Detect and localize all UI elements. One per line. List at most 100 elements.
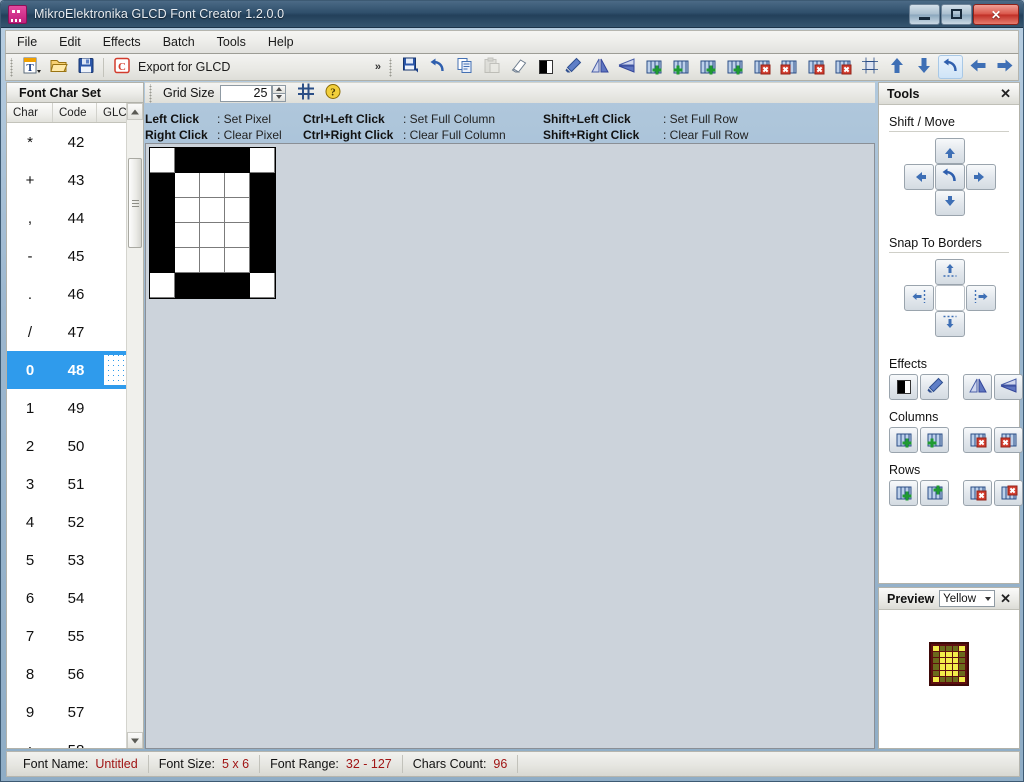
crop-button[interactable] [857,55,882,79]
pixel-cell-1-1[interactable] [175,173,200,198]
menu-help[interactable]: Help [257,32,305,52]
pixel-cell-2-4[interactable] [250,198,275,223]
close-button[interactable]: ✕ [973,4,1019,25]
pixel-cell-5-1[interactable] [175,273,200,298]
insert-row-bottom-button[interactable] [920,480,949,506]
pixel-cell-2-3[interactable] [225,198,250,223]
pixel-cell-4-0[interactable] [150,248,175,273]
shift-up-button[interactable] [884,55,909,79]
preview-color-select[interactable]: Yellow [939,590,995,607]
char-row-56[interactable]: 856 [7,655,143,693]
delete-column-right-button[interactable] [776,55,801,79]
pixel-cell-0-2[interactable] [200,148,225,173]
char-row-50[interactable]: 250 [7,427,143,465]
char-row-54[interactable]: 654 [7,579,143,617]
char-row-53[interactable]: 553 [7,541,143,579]
menu-tools[interactable]: Tools [206,32,257,52]
grid-size-decrement[interactable] [272,93,286,102]
tools-panel-close-icon[interactable]: ✕ [1000,86,1011,102]
pixel-cell-2-1[interactable] [175,198,200,223]
delete-row-top-button[interactable] [803,55,828,79]
pixel-cell-5-4[interactable] [250,273,275,298]
pixel-cell-5-3[interactable] [225,273,250,298]
insert-column-left-button[interactable] [889,427,918,453]
save-button[interactable] [73,55,98,79]
snap-top-button[interactable] [935,259,965,285]
menu-file[interactable]: File [6,32,48,52]
toolbar-overflow-button[interactable]: » [375,61,381,73]
append-column-button[interactable] [722,55,747,79]
shift-left-button[interactable] [904,164,934,190]
char-set-scrollbar[interactable] [126,103,143,749]
menu-effects[interactable]: Effects [92,32,152,52]
pixel-cell-3-2[interactable] [200,223,225,248]
pixel-cell-5-0[interactable] [150,273,175,298]
preview-panel-close-icon[interactable]: ✕ [1000,591,1011,607]
pixel-cell-3-4[interactable] [250,223,275,248]
open-button[interactable] [46,55,71,79]
shift-up-button[interactable] [935,138,965,164]
maximize-button[interactable] [941,4,972,25]
pixel-editor-canvas[interactable] [145,143,875,749]
shift-left-button[interactable] [965,55,990,79]
scrollbar-thumb[interactable] [128,158,142,248]
pixel-cell-1-3[interactable] [225,173,250,198]
delete-row-top-button[interactable] [963,480,992,506]
grid-size-stepper[interactable] [272,85,286,102]
insert-column-right-button[interactable] [920,427,949,453]
save-as-button[interactable] [398,55,423,79]
reset-button[interactable] [938,55,963,79]
pixel-cell-1-4[interactable] [250,173,275,198]
pixel-cell-2-2[interactable] [200,198,225,223]
menu-edit[interactable]: Edit [48,32,92,52]
char-row-49[interactable]: 149 [7,389,143,427]
pixel-grid[interactable] [149,147,276,299]
eraser-button[interactable] [506,55,531,79]
delete-column-left-button[interactable] [749,55,774,79]
export-glcd-button[interactable]: C [109,55,134,79]
char-row-51[interactable]: 351 [7,465,143,503]
pixel-cell-3-0[interactable] [150,223,175,248]
mirror-vertical-button[interactable] [994,374,1023,400]
pixel-cell-2-0[interactable] [150,198,175,223]
insert-row-top-button[interactable] [889,480,918,506]
column-header-char[interactable]: Char [7,103,53,122]
char-row-46[interactable]: .46 [7,275,143,313]
copy-button[interactable] [452,55,477,79]
shift-right-button[interactable] [966,164,996,190]
pixel-cell-4-4[interactable] [250,248,275,273]
snap-bottom-button[interactable] [935,311,965,337]
pixel-cell-4-2[interactable] [200,248,225,273]
char-row-57[interactable]: 957 [7,693,143,731]
pixel-cell-1-0[interactable] [150,173,175,198]
gridsize-grip[interactable] [148,84,155,103]
toggle-grid-button[interactable] [293,81,318,105]
grid-size-increment[interactable] [272,85,286,93]
grid-size-input[interactable] [220,85,272,102]
pixel-cell-4-3[interactable] [225,248,250,273]
toolbar-grip-2[interactable] [388,58,395,77]
pixel-cell-0-0[interactable] [150,148,175,173]
mirror-horizontal-button[interactable] [587,55,612,79]
scroll-up-button[interactable] [127,103,143,120]
char-row-52[interactable]: 452 [7,503,143,541]
menu-batch[interactable]: Batch [152,32,206,52]
pixel-cell-4-1[interactable] [175,248,200,273]
snap-left-button[interactable] [904,285,934,311]
column-header-code[interactable]: Code [53,103,97,122]
pixel-cell-3-1[interactable] [175,223,200,248]
char-row-42[interactable]: *42 [7,123,143,161]
insert-column-left-button[interactable] [641,55,666,79]
char-row-44[interactable]: ,44 [7,199,143,237]
export-glcd-label[interactable]: Export for GLCD [138,60,230,74]
invert-button[interactable] [533,55,558,79]
pixel-cell-3-3[interactable] [225,223,250,248]
new-font-button[interactable]: T [19,55,44,79]
undo-button[interactable] [425,55,450,79]
mirror-horizontal-button[interactable] [963,374,992,400]
char-row-48[interactable]: 048 [7,351,143,389]
pixel-cell-0-1[interactable] [175,148,200,173]
invert-button[interactable] [889,374,918,400]
help-button[interactable]: ? [320,81,345,105]
delete-row-bottom-button[interactable] [830,55,855,79]
